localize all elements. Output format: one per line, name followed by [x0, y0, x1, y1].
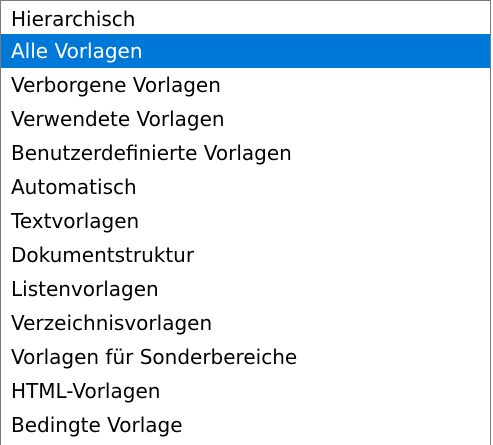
list-item-alle-vorlagen[interactable]: Alle Vorlagen	[1, 34, 490, 68]
list-item-verborgene-vorlagen[interactable]: Verborgene Vorlagen	[1, 68, 490, 102]
list-item-html-vorlagen[interactable]: HTML-Vorlagen	[1, 374, 490, 408]
list-item-dokumentstruktur[interactable]: Dokumentstruktur	[1, 238, 490, 272]
list-item-textvorlagen[interactable]: Textvorlagen	[1, 204, 490, 238]
style-filter-listbox[interactable]: Hierarchisch Alle Vorlagen Verborgene Vo…	[0, 0, 491, 445]
list-item-verwendete-vorlagen[interactable]: Verwendete Vorlagen	[1, 102, 490, 136]
list-item-hierarchisch[interactable]: Hierarchisch	[1, 4, 490, 34]
list-item-bedingte-vorlage[interactable]: Bedingte Vorlage	[1, 408, 490, 442]
list-item-verzeichnisvorlagen[interactable]: Verzeichnisvorlagen	[1, 306, 490, 340]
list-item-vorlagen-fuer-sonderbereiche[interactable]: Vorlagen für Sonderbereiche	[1, 340, 490, 374]
list-item-listenvorlagen[interactable]: Listenvorlagen	[1, 272, 490, 306]
list-item-automatisch[interactable]: Automatisch	[1, 170, 490, 204]
list-item-benutzerdefinierte-vorlagen[interactable]: Benutzerdefinierte Vorlagen	[1, 136, 490, 170]
